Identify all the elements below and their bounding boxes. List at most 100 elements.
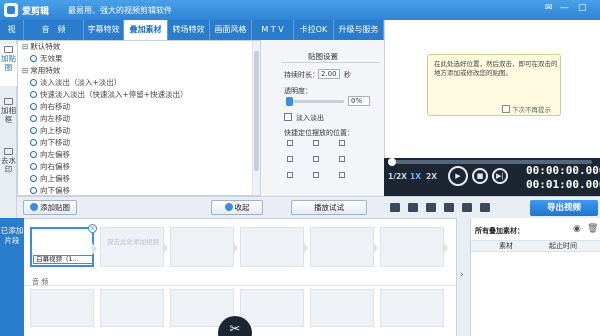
- effect-item[interactable]: 向左移动: [18, 113, 260, 125]
- volume-icon[interactable]: [480, 203, 490, 212]
- app-logo-icon: [4, 3, 18, 17]
- side-tab-label: 加相框: [1, 106, 16, 124]
- effect-item[interactable]: 淡入淡出（淡入+淡出）: [18, 77, 260, 89]
- crop-icon[interactable]: [426, 203, 436, 212]
- add-sticker-button[interactable]: 添加贴图: [23, 200, 77, 215]
- radio-icon: [30, 55, 37, 62]
- trash-icon[interactable]: 🗑: [587, 224, 598, 234]
- opacity-input[interactable]: 0%: [348, 96, 370, 106]
- app-slogan: 最易用、强大的视频剪辑软件: [68, 6, 172, 15]
- position-center[interactable]: [313, 156, 319, 162]
- audio-slot[interactable]: [240, 289, 304, 327]
- tab-transition-effects[interactable]: 转场特效: [168, 20, 210, 40]
- position-top-left[interactable]: [287, 140, 293, 146]
- audio-slot[interactable]: [100, 289, 164, 327]
- clip-slot-empty[interactable]: [170, 227, 238, 267]
- help-icon[interactable]: [462, 203, 472, 212]
- panel-toggle[interactable]: ›: [456, 218, 470, 336]
- speed-normal[interactable]: 1X: [410, 172, 421, 181]
- stop-icon[interactable]: ■: [472, 168, 488, 184]
- preview-effect-button[interactable]: 播放试试: [291, 200, 367, 215]
- tab-upgrade-service[interactable]: 升级与服务: [334, 20, 384, 40]
- clip-slot-empty[interactable]: [380, 227, 448, 267]
- movie-icon[interactable]: [390, 203, 400, 212]
- feedback-icon[interactable]: ✉: [545, 3, 553, 13]
- chevron-right-icon[interactable]: ›: [460, 270, 464, 280]
- effect-item[interactable]: 向上偏移: [18, 173, 260, 185]
- scrollbar-thumb[interactable]: [254, 51, 259, 171]
- export-video-button[interactable]: 导出视频: [530, 200, 598, 216]
- side-tab-add-frame[interactable]: 加相框: [0, 96, 17, 138]
- app-name: 爱剪辑: [22, 7, 50, 17]
- minimize-icon[interactable]: —: [560, 3, 569, 13]
- position-middle-right[interactable]: [339, 156, 345, 162]
- effect-label: 快速淡入淡出（快速淡入+停留+快速淡出）: [40, 90, 188, 99]
- save-icon[interactable]: [444, 203, 454, 212]
- position-grid: [287, 140, 361, 178]
- position-top-right[interactable]: [339, 140, 345, 146]
- clip-slot-empty[interactable]: [240, 227, 308, 267]
- opacity-slider[interactable]: [286, 97, 344, 106]
- position-bottom-right[interactable]: [339, 172, 345, 178]
- speed-half[interactable]: 1/2X: [388, 172, 407, 181]
- next-frame-icon[interactable]: ▶|: [492, 168, 508, 184]
- clip-placeholder-text: 双击此处添加视频: [107, 238, 159, 246]
- watermark-icon: [4, 148, 13, 155]
- effect-item[interactable]: 向右偏移: [18, 161, 260, 173]
- hint-tooltip: 在此处选好位置，然后双击，即可在双击的地方添加或修改您的贴图。 下次不再提示: [427, 54, 561, 116]
- fade-checkbox[interactable]: [284, 113, 292, 121]
- effect-item[interactable]: 快速淡入淡出（快速淡入+停留+快速淡出）: [18, 89, 260, 101]
- position-bottom-center[interactable]: [313, 172, 319, 178]
- folder-icon[interactable]: [408, 203, 418, 212]
- tab-karaoke[interactable]: 卡拉OK: [294, 20, 334, 40]
- duration-unit: 秒: [344, 71, 351, 79]
- effect-item[interactable]: 向右移动: [18, 101, 260, 113]
- slider-knob[interactable]: [286, 97, 293, 106]
- effect-item[interactable]: 向上移动: [18, 125, 260, 137]
- tab-video[interactable]: 视 频: [0, 20, 24, 54]
- tab-picture-style[interactable]: 画面风格: [210, 20, 252, 40]
- effect-item-none[interactable]: 无效果: [18, 53, 260, 65]
- play-icon[interactable]: ▶: [448, 166, 468, 186]
- tab-overlay-materials[interactable]: 叠加素材: [124, 20, 168, 40]
- added-clips-tab[interactable]: 已添加片段: [0, 218, 24, 336]
- group-common-effects[interactable]: 常用特效: [18, 65, 260, 77]
- group-default-effects[interactable]: 默认特效: [18, 41, 260, 53]
- close-icon[interactable]: ×: [88, 224, 97, 233]
- divider: [282, 62, 380, 63]
- position-middle-left[interactable]: [287, 156, 293, 162]
- effect-item[interactable]: 向下偏移: [18, 185, 260, 195]
- audio-slot[interactable]: [30, 289, 94, 327]
- current-time: 00:00:00.000: [526, 164, 600, 177]
- tab-mtv[interactable]: M T V: [252, 20, 294, 40]
- effect-item[interactable]: 向下移动: [18, 137, 260, 149]
- opacity-label: 透明度：: [284, 87, 312, 95]
- tab-subtitle-effects[interactable]: 字幕特效: [84, 20, 124, 40]
- side-tab-remove-watermark[interactable]: 去水印: [0, 146, 17, 188]
- clip-slot-empty[interactable]: 双击此处添加视频: [100, 227, 168, 267]
- effect-label: 向右偏移: [40, 162, 70, 171]
- collapse-button[interactable]: 收起: [211, 200, 263, 215]
- progress-handle[interactable]: [388, 158, 396, 166]
- video-preview[interactable]: 在此处选好位置，然后双击，即可在双击的地方添加或修改您的贴图。 下次不再提示: [384, 20, 600, 158]
- effect-item[interactable]: 向左偏移: [18, 149, 260, 161]
- audio-slot[interactable]: [380, 289, 444, 327]
- duration-input[interactable]: 2.00: [318, 69, 340, 79]
- effect-label: 向上移动: [40, 126, 70, 135]
- effect-label: 向下移动: [40, 138, 70, 147]
- tab-audio[interactable]: 音 频: [24, 20, 84, 40]
- position-top-center[interactable]: [313, 140, 319, 146]
- clip-slot-first[interactable]: × 白幕视频（1...: [30, 224, 97, 267]
- maximize-icon[interactable]: □: [578, 3, 587, 13]
- clip-slot-empty[interactable]: [310, 227, 378, 267]
- no-remind-checkbox[interactable]: 下次不再提示: [502, 104, 551, 114]
- added-materials-panel: 所有叠加素材： ◉ 🗑 素材 起止时间: [470, 218, 600, 336]
- effect-label: 向右移动: [40, 102, 70, 111]
- effects-scrollbar[interactable]: [252, 41, 260, 195]
- radio-icon: [30, 151, 37, 158]
- position-bottom-left[interactable]: [287, 172, 293, 178]
- side-tab-add-sticker[interactable]: 加贴图: [0, 44, 17, 86]
- speed-double[interactable]: 2X: [426, 172, 437, 181]
- play-icon[interactable]: ◉: [573, 224, 581, 234]
- audio-slot[interactable]: [310, 289, 374, 327]
